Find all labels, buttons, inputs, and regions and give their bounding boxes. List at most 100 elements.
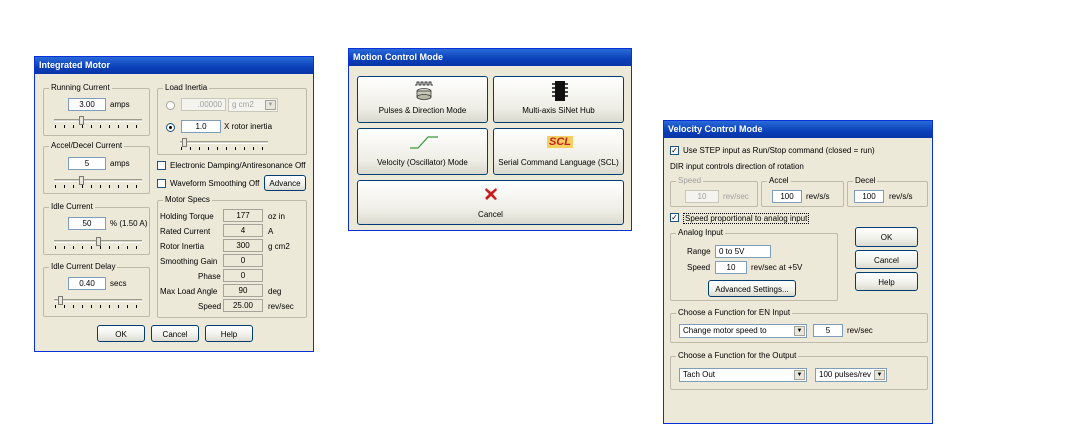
- motion-cancel-label: Cancel: [478, 210, 503, 219]
- inertia-ratio-unit: X rotor inertia: [224, 122, 273, 131]
- en-function-select[interactable]: Change motor speed to ▼: [679, 324, 807, 338]
- output-label: Choose a Function for the Output: [676, 351, 799, 360]
- velocity-cancel-button[interactable]: Cancel: [855, 250, 918, 269]
- output-group: Choose a Function for the Output Tach Ou…: [670, 351, 928, 390]
- speed-input[interactable]: 10: [685, 190, 719, 203]
- accel-decel-current-input[interactable]: 5: [68, 157, 106, 170]
- decel-unit: rev/s/s: [889, 192, 913, 201]
- stepper-motor-icon: [415, 81, 433, 100]
- accel-decel-current-unit: amps: [110, 159, 130, 168]
- inertia-ratio-radio[interactable]: [166, 123, 175, 132]
- spec-value: 300: [223, 239, 263, 252]
- spec-value: 0: [223, 269, 263, 282]
- idle-current-delay-label: Idle Current Delay: [49, 262, 118, 271]
- idle-current-label: Idle Current: [49, 202, 95, 211]
- idle-current-delay-unit: secs: [110, 279, 127, 288]
- waveform-smoothing-label: Waveform Smoothing Off: [170, 179, 260, 188]
- analog-speed-unit: rev/sec at +5V: [751, 263, 803, 272]
- inertia-unit-select[interactable]: g cm2 ▼: [228, 98, 278, 112]
- velocity-help-button[interactable]: Help: [855, 272, 918, 291]
- accel-group: Accel 100 rev/s/s: [761, 176, 844, 207]
- speed-label: Speed: [676, 176, 704, 185]
- chevron-down-icon[interactable]: ▼: [265, 100, 276, 110]
- idle-current-group: Idle Current 50 % (1.50 A): [43, 202, 150, 255]
- slider-thumb[interactable]: [79, 116, 84, 125]
- output-function-select[interactable]: Tach Out ▼: [679, 368, 807, 382]
- chevron-down-icon[interactable]: ▼: [794, 370, 805, 380]
- velocity-oscillator-mode-label: Velocity (Oscillator) Mode: [377, 158, 468, 167]
- slider-thumb[interactable]: [58, 296, 63, 305]
- idle-current-delay-input[interactable]: 0.40: [68, 277, 106, 290]
- idle-current-slider[interactable]: [54, 237, 142, 250]
- idle-current-delay-slider[interactable]: [54, 296, 142, 309]
- spec-label: Smoothing Gain: [160, 257, 218, 266]
- use-step-checkbox[interactable]: ✓: [670, 146, 679, 155]
- slider-thumb[interactable]: [79, 176, 84, 185]
- slider-thumb[interactable]: [96, 237, 101, 246]
- pulses-direction-mode-button[interactable]: Pulses & Direction Mode: [357, 76, 488, 123]
- idle-current-input[interactable]: 50: [68, 217, 106, 230]
- analog-speed-label: Speed: [687, 263, 711, 272]
- load-inertia-group: Load Inertia .00000 g cm2 ▼ 1.0 X rotor …: [157, 83, 307, 155]
- decel-input[interactable]: 100: [854, 190, 884, 203]
- advanced-settings-button[interactable]: Advanced Settings...: [708, 280, 796, 297]
- inertia-absolute-input[interactable]: .00000: [181, 98, 226, 111]
- running-current-input[interactable]: 3.00: [68, 98, 106, 111]
- dir-note: DIR input controls direction of rotation: [670, 162, 804, 171]
- chevron-down-icon[interactable]: ▼: [794, 326, 805, 336]
- help-button[interactable]: Help: [205, 325, 253, 342]
- advance-button[interactable]: Advance: [264, 175, 306, 191]
- velocity-oscillator-mode-button[interactable]: Velocity (Oscillator) Mode: [357, 128, 488, 175]
- idle-current-unit: % (1.50 A): [110, 219, 148, 228]
- scl-icon: SCL: [547, 136, 573, 148]
- chevron-down-icon[interactable]: ▼: [874, 370, 885, 380]
- spec-unit: oz in: [268, 212, 285, 221]
- running-current-slider[interactable]: [54, 116, 142, 129]
- running-current-unit: amps: [110, 100, 130, 109]
- load-inertia-slider[interactable]: [180, 138, 268, 151]
- en-function-value: Change motor speed to: [683, 326, 767, 335]
- accel-input[interactable]: 100: [772, 190, 802, 203]
- spec-unit: rev/sec: [268, 302, 294, 311]
- analog-input-group: Analog Input Range 0 to 5V Speed 10 rev/…: [670, 228, 838, 301]
- ok-button[interactable]: OK: [97, 325, 145, 342]
- en-speed-input[interactable]: 5: [813, 324, 843, 337]
- scl-mode-button[interactable]: SCL Serial Command Language (SCL): [493, 128, 624, 175]
- cancel-button[interactable]: Cancel: [151, 325, 199, 342]
- motion-cancel-button[interactable]: Cancel: [357, 180, 624, 225]
- speed-unit: rev/sec: [723, 192, 749, 201]
- motor-specs-group: Motor Specs Holding Torque 177 oz in Rat…: [157, 195, 307, 318]
- load-inertia-label: Load Inertia: [163, 83, 210, 92]
- inertia-absolute-radio[interactable]: [166, 101, 175, 110]
- en-speed-unit: rev/sec: [847, 326, 873, 335]
- close-icon: [485, 188, 497, 200]
- spec-value: 90: [223, 284, 263, 297]
- speed-proportional-label: Speed proportional to analog input: [683, 213, 810, 224]
- spec-value: 25.00: [223, 299, 263, 312]
- use-step-label: Use STEP input as Run/Stop command (clos…: [683, 146, 875, 155]
- pulses-direction-mode-label: Pulses & Direction Mode: [378, 106, 467, 115]
- integrated-motor-title: Integrated Motor: [35, 57, 313, 74]
- spec-unit: deg: [268, 287, 282, 296]
- inertia-unit-value: g cm2: [232, 100, 254, 109]
- speed-proportional-checkbox[interactable]: ✓: [670, 213, 679, 222]
- inertia-ratio-input[interactable]: 1.0: [181, 120, 221, 133]
- waveform-smoothing-checkbox[interactable]: [157, 179, 166, 188]
- analog-speed-input[interactable]: 10: [715, 261, 747, 274]
- electronic-damping-label: Electronic Damping/Antiresonance Off: [170, 161, 306, 170]
- electronic-damping-checkbox[interactable]: [157, 161, 166, 170]
- en-input-group: Choose a Function for EN Input Change mo…: [670, 308, 928, 343]
- spec-label: Holding Torque: [160, 212, 214, 221]
- accel-decel-current-group: Accel/Decel Current 5 amps: [43, 141, 150, 194]
- accel-decel-current-slider[interactable]: [54, 176, 142, 189]
- range-input[interactable]: 0 to 5V: [715, 245, 771, 258]
- speed-group: Speed 10 rev/sec: [670, 176, 758, 207]
- pulses-value: 100 pulses/rev: [819, 370, 872, 379]
- slider-thumb[interactable]: [182, 138, 187, 147]
- velocity-ok-button[interactable]: OK: [855, 227, 918, 247]
- multiaxis-sinet-hub-button[interactable]: Multi-axis SiNet Hub: [493, 76, 624, 123]
- decel-group: Decel 100 rev/s/s: [847, 176, 928, 207]
- idle-current-delay-group: Idle Current Delay 0.40 secs: [43, 262, 150, 317]
- accel-label: Accel: [767, 176, 791, 185]
- pulses-select[interactable]: 100 pulses/rev ▼: [815, 368, 887, 382]
